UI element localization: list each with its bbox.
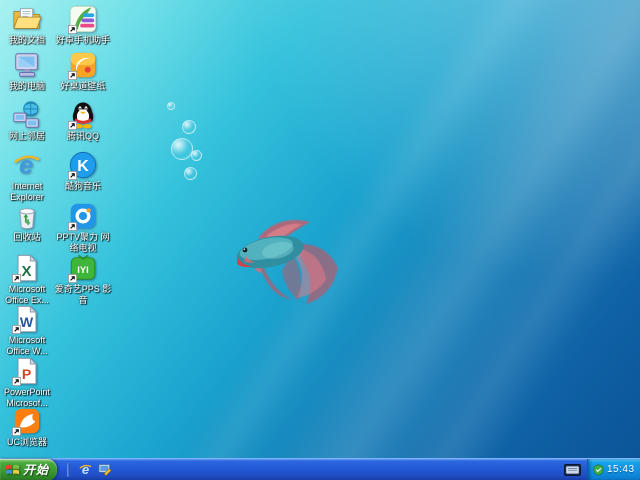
desktop-icon-label: PPTV聚力 网 络电视	[56, 232, 110, 253]
desktop-icon-uc-browser[interactable]: UC浏览器	[0, 406, 54, 448]
light-ray	[111, 0, 609, 458]
desktop-icon-label: Microsoft Office W...	[6, 335, 48, 356]
uc-browser-icon	[12, 406, 42, 436]
bubble	[184, 167, 197, 180]
shortcut-arrow-icon	[68, 274, 77, 283]
desktop-icon-label: 我的电脑	[8, 81, 45, 91]
bubble	[182, 120, 196, 134]
shortcut-arrow-icon	[68, 171, 77, 180]
desktop-icon-haozhuo-assistant[interactable]: 好卓手机助手	[50, 4, 116, 46]
desktop-icon-label: Internet Explorer	[10, 181, 44, 202]
desktop-icon-label: 酷狗音乐	[64, 181, 101, 191]
taskbar: 开始 e 15:43	[0, 458, 640, 480]
desktop-wallpaper: 我的文档 好卓手机助手我的电脑 好桌道壁纸网上邻居 腾讯QQ e Internet Exp…	[0, 0, 640, 458]
pptv-icon	[68, 201, 98, 231]
bubble	[167, 102, 175, 110]
svg-text:K: K	[77, 158, 89, 175]
desktop-icon-label: Microsoft Office Ex...	[5, 284, 49, 305]
desktop-icon-label: 腾讯QQ	[66, 131, 99, 141]
kugou-music-icon: K	[68, 150, 98, 180]
bubble	[191, 150, 202, 161]
shortcut-arrow-icon	[12, 274, 21, 283]
start-button[interactable]: 开始	[0, 458, 57, 480]
desktop-icon-kugou-music[interactable]: K 酷狗音乐	[50, 150, 116, 192]
desktop-icon-recycle-bin[interactable]: 回收站	[0, 201, 54, 243]
ms-excel-icon: X	[12, 253, 42, 283]
desktop-icon-my-computer[interactable]: 我的电脑	[0, 50, 54, 92]
shortcut-arrow-icon	[12, 427, 21, 436]
system-tray: 15:43	[587, 458, 640, 480]
network-places-icon	[12, 100, 42, 130]
desktop-icon-label: UC浏览器	[7, 437, 47, 447]
desktop-icon-label: 好卓手机助手	[55, 35, 110, 45]
shortcut-arrow-icon	[68, 222, 77, 231]
desktop-icon-my-documents[interactable]: 我的文档	[0, 4, 54, 46]
shortcut-arrow-icon	[68, 121, 77, 130]
ms-powerpoint-icon: P	[12, 356, 42, 386]
desktop-icon-internet-explorer[interactable]: e Internet Explorer	[0, 150, 54, 202]
shortcut-arrow-icon	[68, 71, 77, 80]
haozhuo-assistant-icon	[68, 4, 98, 34]
clock[interactable]: 15:43	[607, 464, 635, 475]
desktop-icon-label: 回收站	[13, 232, 41, 242]
desktop-icon-label: 爱奇艺PPS 影 音	[54, 284, 112, 305]
desktop-icon-ms-powerpoint[interactable]: P PowerPoint Microsof...	[0, 356, 54, 408]
ie-quick-launch-icon[interactable]: e	[78, 462, 93, 477]
desktop-icon-network-places[interactable]: 网上邻居	[0, 100, 54, 142]
shortcut-arrow-icon	[12, 377, 21, 386]
iqiyi-pps-icon: IYI	[68, 253, 98, 283]
windows-logo-icon	[5, 463, 20, 476]
taskbar-empty-area[interactable]	[119, 459, 564, 480]
quick-launch-bar: e	[57, 459, 119, 480]
desktop-icon-tencent-qq[interactable]: 腾讯QQ	[50, 100, 116, 142]
shortcut-arrow-icon	[68, 25, 77, 34]
desktop-icon-ms-word[interactable]: W Microsoft Office W...	[0, 304, 54, 356]
svg-text:e: e	[19, 151, 33, 179]
light-ray	[323, 0, 640, 458]
svg-text:e: e	[82, 462, 89, 477]
desktop-icon-label: 我的文档	[8, 35, 45, 45]
quick-launch-handle[interactable]	[67, 462, 70, 477]
shortcut-arrow-icon	[12, 325, 21, 334]
start-button-label: 开始	[23, 463, 50, 477]
keyboard-language-icon[interactable]	[564, 463, 581, 476]
betta-fish-image	[222, 192, 346, 306]
desktop-icon-ms-excel[interactable]: X Microsoft Office Ex...	[0, 253, 54, 305]
my-documents-icon	[12, 4, 42, 34]
desktop-icon-pptv[interactable]: PPTV聚力 网 络电视	[50, 201, 116, 253]
green-shield-icon[interactable]	[593, 463, 604, 476]
svg-text:W: W	[20, 314, 34, 330]
my-computer-icon	[12, 50, 42, 80]
svg-text:X: X	[22, 263, 32, 280]
desktop-icon-haozhuodao-wallpaper[interactable]: 好桌道壁纸	[50, 50, 116, 92]
bubble	[171, 138, 193, 160]
internet-explorer-icon: e	[12, 150, 42, 180]
desktop-icon-label: 网上邻居	[8, 131, 45, 141]
svg-text:IYI: IYI	[77, 265, 88, 275]
desktop-icon-label: 好桌道壁纸	[60, 81, 106, 91]
ms-word-icon: W	[12, 304, 42, 334]
show-desktop-icon[interactable]	[98, 462, 113, 477]
recycle-bin-icon	[12, 201, 42, 231]
tencent-qq-icon	[68, 100, 98, 130]
desktop-icon-iqiyi-pps[interactable]: IYI 爱奇艺PPS 影 音	[50, 253, 116, 305]
svg-text:P: P	[22, 366, 31, 382]
haozhuodao-wallpaper-icon	[68, 50, 98, 80]
